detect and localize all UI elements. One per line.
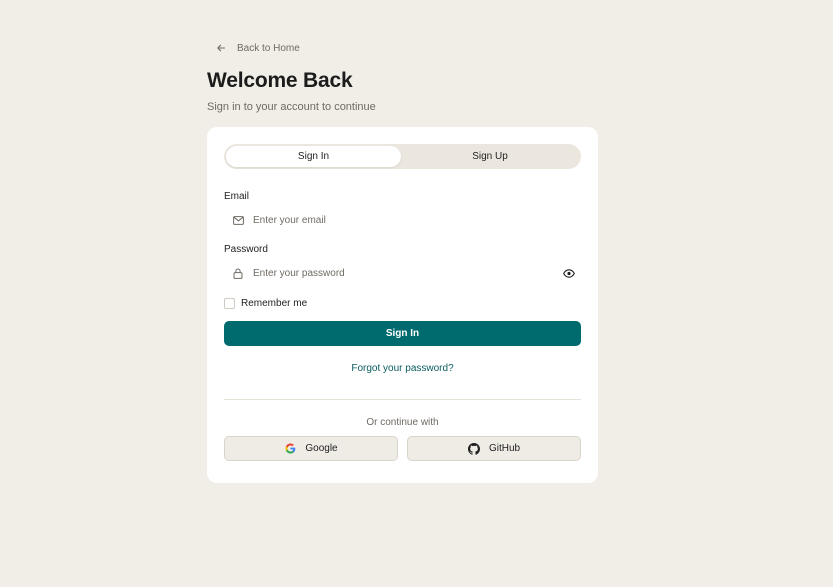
page-title: Welcome Back [207,69,353,92]
continue-with-text: Or continue with [366,417,439,428]
lock-icon [232,267,244,279]
page-subtitle: Sign in to your account to continue [207,101,376,113]
divider [224,399,581,400]
mail-icon [232,214,244,226]
remember-me[interactable]: Remember me [224,296,581,310]
tab-sign-up[interactable]: Sign Up [401,146,579,167]
google-button-label: Google [305,443,338,454]
email-input[interactable] [253,214,533,226]
auth-card: Sign In Sign Up Email Password [207,127,598,483]
google-icon [284,443,296,455]
remember-me-label: Remember me [241,297,308,309]
email-label: Email [224,191,250,202]
sign-in-page: Back to Home Welcome Back Sign in to you… [207,40,598,483]
password-label: Password [224,244,268,255]
google-button[interactable]: Google [224,436,398,461]
auth-tabs: Sign In Sign Up [224,144,581,169]
forgot-password-row: Forgot your password? [224,363,581,375]
email-field[interactable] [224,207,581,233]
tab-sign-in[interactable]: Sign In [226,146,401,167]
remember-me-checkbox[interactable] [224,297,235,309]
social-buttons: Google GitHub [224,436,581,461]
arrow-left-icon [215,42,227,54]
github-button-label: GitHub [488,443,521,454]
back-link-label: Back to Home [237,42,300,54]
github-button[interactable]: GitHub [407,436,581,461]
forgot-password-link[interactable]: Forgot your password? [351,363,453,374]
eye-icon[interactable] [563,267,575,279]
sign-in-button[interactable]: Sign In [224,321,581,346]
password-field[interactable] [224,260,581,286]
password-input[interactable] [253,267,533,279]
back-to-home-link[interactable]: Back to Home [215,40,598,56]
github-icon [467,442,480,455]
